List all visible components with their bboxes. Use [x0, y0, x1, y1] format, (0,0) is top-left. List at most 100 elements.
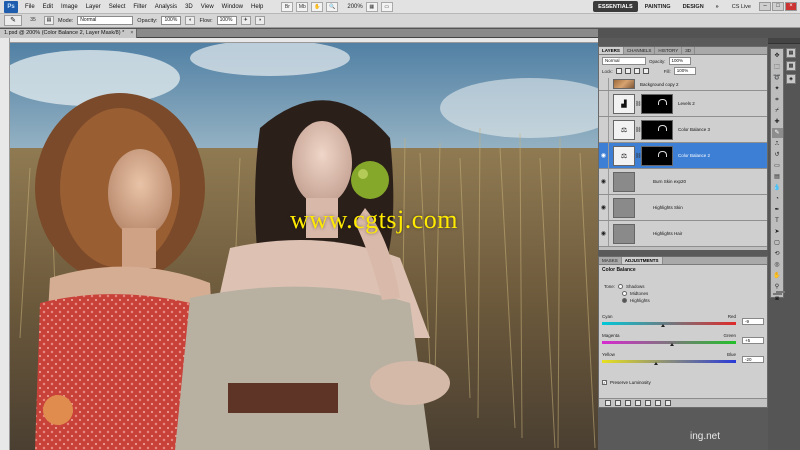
visibility-icon[interactable] [635, 400, 641, 406]
tab-layers[interactable]: LAYERS [599, 47, 624, 54]
visibility-toggle-icon[interactable] [599, 78, 609, 90]
clone-stamp-tool-icon[interactable]: ⎍ [772, 139, 783, 149]
tab-history[interactable]: HISTORY [655, 47, 683, 54]
swatches-panel-icon[interactable]: ▩ [786, 61, 796, 71]
pen-tool-icon[interactable]: ✒ [772, 205, 783, 215]
layer-opacity-field[interactable]: 100% [668, 57, 691, 65]
menu-analysis[interactable]: Analysis [151, 0, 181, 14]
visibility-eye-icon[interactable]: ◉ [599, 195, 609, 220]
workspace-design[interactable]: DESIGN [678, 1, 709, 12]
pressure-opacity-icon[interactable]: ◐ [185, 16, 196, 25]
visibility-toggle-icon[interactable] [599, 117, 609, 142]
menu-window[interactable]: Window [218, 0, 247, 14]
airbrush-icon[interactable]: ✈ [240, 16, 251, 25]
blend-mode-select[interactable]: Normal [602, 57, 646, 65]
close-tab-icon[interactable]: × [130, 29, 133, 38]
type-tool-icon[interactable]: T [772, 216, 783, 226]
hand-tool-icon[interactable]: ✋ [772, 271, 783, 281]
brush-size[interactable]: 35 [26, 15, 40, 26]
layer-name[interactable]: Levels 2 [678, 101, 695, 106]
quick-mask-icon[interactable]: ◙ [772, 294, 783, 304]
screen-mode-icon[interactable]: ▭ [380, 1, 393, 12]
path-select-tool-icon[interactable]: ➤ [772, 227, 783, 237]
shape-tool-icon[interactable]: ▢ [772, 238, 783, 248]
menu-image[interactable]: Image [57, 0, 82, 14]
yellow-blue-track[interactable] [602, 360, 736, 363]
close-icon[interactable]: × [785, 2, 797, 11]
color-panel-icon[interactable]: ▦ [786, 48, 796, 58]
tone-radio-highlights[interactable] [622, 298, 627, 303]
dodge-tool-icon[interactable]: ◔ [772, 194, 783, 204]
bridge-icon[interactable]: Br [281, 1, 294, 12]
background-color-swatch[interactable] [775, 291, 785, 293]
3d-orbit-tool-icon[interactable]: ◎ [772, 260, 783, 270]
lock-pixels-icon[interactable] [624, 68, 631, 74]
cyan-red-slider[interactable]: Cyan Red -9 [602, 314, 764, 328]
healing-tool-icon[interactable]: ✚ [772, 117, 783, 127]
magenta-green-value[interactable]: +5 [742, 337, 764, 344]
tab-adjustments[interactable]: ADJUSTMENTS [621, 257, 663, 264]
visibility-eye-icon[interactable]: ◉ [599, 169, 609, 194]
minimize-icon[interactable]: – [759, 2, 771, 11]
3d-rotate-tool-icon[interactable]: ⟲ [772, 249, 783, 259]
yellow-blue-thumb[interactable] [653, 362, 658, 365]
layer-name[interactable]: Background copy 2 [640, 82, 679, 87]
arrange-documents-icon[interactable]: ▦ [365, 1, 378, 12]
menu-file[interactable]: File [21, 0, 39, 14]
visibility-eye-icon[interactable]: ◉ [599, 221, 609, 246]
marquee-tool-icon[interactable]: ⬚ [772, 62, 783, 72]
tab-channels[interactable]: CHANNELS [624, 47, 656, 54]
opacity-field[interactable]: 100% [161, 16, 182, 25]
eraser-tool-icon[interactable]: ▭ [772, 161, 783, 171]
history-brush-tool-icon[interactable]: ↺ [772, 150, 783, 160]
expand-view-icon[interactable] [615, 400, 621, 406]
menu-help[interactable]: Help [247, 0, 267, 14]
cyan-red-thumb[interactable] [660, 324, 665, 327]
brush-preset-icon[interactable]: ✎ [4, 15, 22, 26]
menu-filter[interactable]: Filter [129, 0, 150, 14]
blur-tool-icon[interactable]: 💧 [772, 183, 783, 193]
layer-name[interactable]: Burn Skin exp20 [653, 179, 686, 184]
menu-3d[interactable]: 3D [181, 0, 197, 14]
lock-all-icon[interactable] [642, 68, 649, 74]
menu-view[interactable]: View [197, 0, 218, 14]
gradient-tool-icon[interactable]: ▤ [772, 172, 783, 182]
layer-row-selected[interactable]: ◉ ⚖ ⛓ Color Balance 2 [599, 143, 767, 169]
layer-row[interactable]: ◉ Highlights Hair [599, 221, 767, 247]
layer-mask-thumbnail[interactable] [641, 145, 673, 166]
magenta-green-thumb[interactable] [670, 343, 675, 346]
preserve-luminosity-checkbox[interactable]: ✓ [602, 380, 607, 385]
document-tab[interactable]: 1.psd @ 200% (Color Balance 2, Layer Mas… [0, 29, 138, 38]
reset-icon[interactable] [655, 400, 661, 406]
preserve-luminosity-row[interactable]: ✓ Preserve Luminosity [602, 380, 764, 385]
brush-tool-icon[interactable]: ✎ [771, 128, 783, 138]
clip-to-layer-icon[interactable] [625, 400, 631, 406]
lasso-tool-icon[interactable]: ➰ [772, 73, 783, 83]
previous-state-icon[interactable] [645, 400, 651, 406]
lock-position-icon[interactable] [633, 68, 640, 74]
fill-field[interactable]: 100% [673, 67, 696, 75]
layer-name[interactable]: Color Balance 2 [678, 153, 710, 158]
menu-edit[interactable]: Edit [39, 0, 57, 14]
document-canvas[interactable] [10, 38, 598, 450]
back-arrow-icon[interactable] [605, 400, 611, 406]
layer-row[interactable]: ⚖ ⛓ Color Balance 3 [599, 117, 767, 143]
layer-name[interactable]: Highlights Hair [653, 231, 682, 236]
layer-mask-thumbnail[interactable] [641, 93, 673, 114]
menu-layer[interactable]: Layer [82, 0, 105, 14]
workspace-essentials[interactable]: ESSENTIALS [593, 1, 638, 12]
lock-transparency-icon[interactable] [615, 68, 622, 74]
workspace-painting[interactable]: PAINTING [640, 1, 676, 12]
tone-radio-shadows[interactable] [618, 284, 624, 289]
workspace-more[interactable]: » [711, 1, 724, 12]
cyan-red-value[interactable]: -9 [742, 318, 764, 325]
eyedropper-tool-icon[interactable]: ⌿ [772, 106, 783, 116]
hand-icon[interactable]: ✋ [311, 1, 324, 12]
trash-icon[interactable] [665, 400, 671, 406]
brush-panel-icon[interactable]: ▤ [44, 16, 54, 25]
layer-mask-thumbnail[interactable] [641, 119, 673, 140]
mode-select[interactable]: Normal [77, 16, 134, 25]
yellow-blue-slider[interactable]: Yellow Blue -20 [602, 352, 764, 366]
layer-name[interactable]: Highlights Skin [653, 205, 683, 210]
layer-row[interactable]: Background copy 2 [599, 78, 767, 91]
